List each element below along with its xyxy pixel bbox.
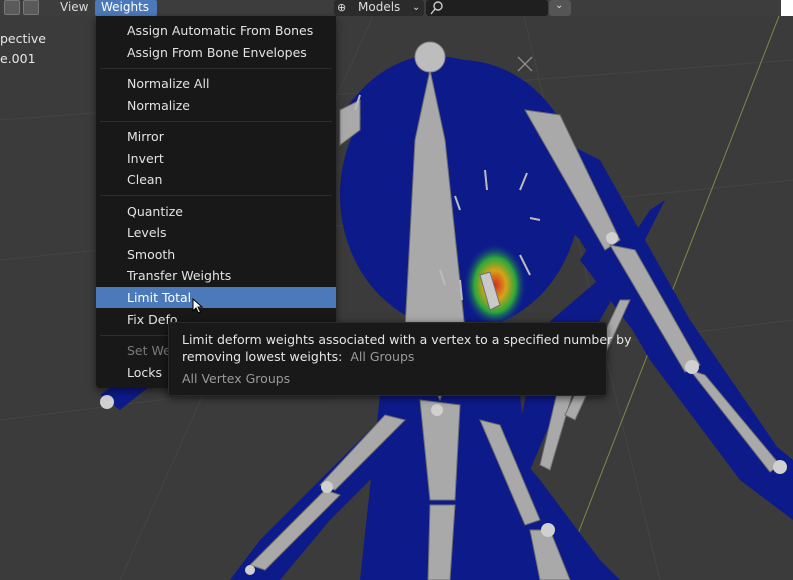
view-menu[interactable]: View xyxy=(60,0,88,16)
navigation-gizmo-icon[interactable] xyxy=(781,0,793,16)
mouse-pointer-icon xyxy=(192,298,204,314)
menu-item-assign-envelopes[interactable]: Assign From Bone Envelopes xyxy=(96,42,336,63)
menu-item-smooth[interactable]: Smooth xyxy=(96,244,336,265)
search-icon xyxy=(430,1,443,15)
menu-item-mirror[interactable]: Mirror xyxy=(96,126,336,147)
menu-item-quantize[interactable]: Quantize xyxy=(96,201,336,222)
menu-separator xyxy=(100,121,332,122)
search-dropdown-button[interactable]: ⌄ xyxy=(549,0,571,16)
weights-menu[interactable]: Weights xyxy=(95,0,157,16)
models-label: Models xyxy=(358,0,401,14)
menu-item-normalize-all[interactable]: Normalize All xyxy=(96,73,336,94)
chevron-down-icon: ⌄ xyxy=(412,2,421,13)
menu-item-invert[interactable]: Invert xyxy=(96,148,336,169)
tooltip-description-prefix: removing lowest weights: xyxy=(182,349,343,364)
menu-item-transfer-weights[interactable]: Transfer Weights xyxy=(96,265,336,286)
tooltip-current-value: All Groups xyxy=(350,349,415,364)
tooltip-description: Limit deform weights associated with a v… xyxy=(182,332,632,347)
menu-separator xyxy=(100,68,332,69)
view-perspective-label: pective xyxy=(0,31,46,46)
tooltip-description-line2: removing lowest weights: All Groups xyxy=(182,349,414,364)
viewport-header: View Weights ⊕ Models ⌄ ⌄ xyxy=(0,0,793,16)
collection-icon: ⊕ xyxy=(337,1,347,14)
tooltip-value-description: All Vertex Groups xyxy=(182,371,291,386)
menu-item-assign-automatic[interactable]: Assign Automatic From Bones xyxy=(96,20,336,41)
menu-item-levels[interactable]: Levels xyxy=(96,222,336,243)
active-object-label: e.001 xyxy=(0,51,36,66)
menu-item-normalize[interactable]: Normalize xyxy=(96,95,336,116)
menu-separator xyxy=(100,195,332,196)
editor-type-icon[interactable] xyxy=(4,0,44,15)
limit-total-tooltip: Limit deform weights associated with a v… xyxy=(168,322,631,396)
bone-head-joint[interactable] xyxy=(414,41,446,73)
chevron-down-icon: ⌄ xyxy=(555,0,564,11)
menu-item-clean[interactable]: Clean xyxy=(96,169,336,190)
collection-selector[interactable]: ⊕ Models ⌄ xyxy=(334,0,424,16)
search-field[interactable] xyxy=(426,0,548,16)
weight-heatmap xyxy=(463,243,527,327)
menu-item-limit-total[interactable]: Limit Total xyxy=(96,287,336,308)
